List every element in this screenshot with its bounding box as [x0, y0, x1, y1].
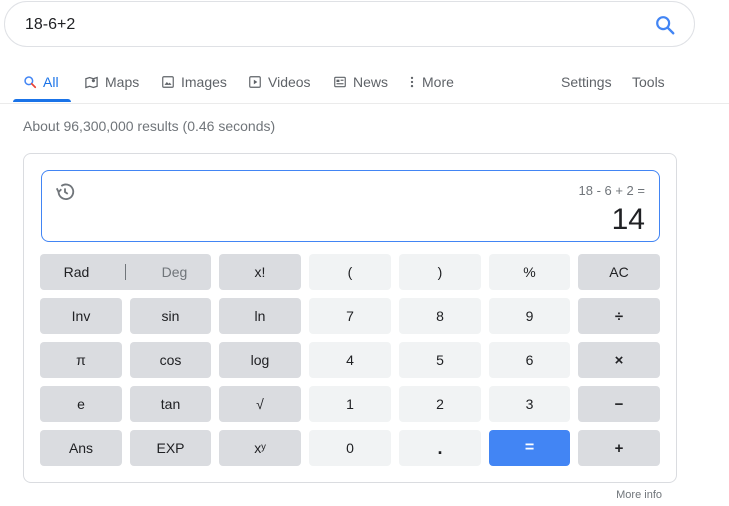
digit-5-key[interactable]: 5 — [399, 342, 481, 378]
ln-key[interactable]: ln — [219, 298, 301, 334]
tab-maps[interactable]: Maps — [84, 71, 139, 93]
digit-1-key[interactable]: 1 — [309, 386, 391, 422]
tab-more[interactable]: More — [408, 71, 454, 93]
tab-label: More — [422, 74, 454, 90]
calculator-result: 14 — [611, 203, 645, 236]
power-key[interactable]: xʸ — [219, 430, 301, 466]
pi-key[interactable]: π — [40, 342, 122, 378]
history-icon[interactable] — [54, 181, 76, 203]
all-clear-key[interactable]: AC — [578, 254, 660, 290]
divider — [125, 264, 126, 280]
tab-label: Tools — [632, 74, 665, 90]
tab-news[interactable]: News — [333, 71, 388, 93]
video-icon — [249, 76, 261, 88]
digit-0-key[interactable]: 0 — [309, 430, 391, 466]
equals-key[interactable]: = — [489, 430, 570, 466]
percent-key[interactable]: % — [489, 254, 570, 290]
tab-settings[interactable]: Settings — [561, 71, 612, 93]
exp-key[interactable]: EXP — [130, 430, 211, 466]
tab-all[interactable]: All — [23, 71, 59, 93]
divide-key[interactable]: ÷ — [578, 298, 660, 334]
log-key[interactable]: log — [219, 342, 301, 378]
tan-key[interactable]: tan — [130, 386, 211, 422]
add-key[interactable]: + — [578, 430, 660, 466]
tab-label: Settings — [561, 74, 612, 90]
tab-tools[interactable]: Tools — [632, 71, 665, 93]
digit-6-key[interactable]: 6 — [489, 342, 570, 378]
search-icon[interactable] — [654, 14, 676, 36]
deg-button[interactable]: Deg — [138, 264, 211, 280]
tab-label: All — [43, 74, 59, 90]
subtract-key[interactable]: − — [578, 386, 660, 422]
cos-key[interactable]: cos — [130, 342, 211, 378]
search-input[interactable] — [25, 14, 625, 36]
tab-label: Images — [181, 74, 227, 90]
multiply-key[interactable]: × — [578, 342, 660, 378]
more-vert-icon — [410, 76, 414, 88]
factorial-key[interactable]: x! — [219, 254, 301, 290]
tab-label: Maps — [105, 74, 140, 90]
decimal-key[interactable]: . — [399, 430, 481, 466]
digit-3-key[interactable]: 3 — [489, 386, 570, 422]
image-icon — [162, 76, 174, 88]
digit-8-key[interactable]: 8 — [399, 298, 481, 334]
euler-key[interactable]: e — [40, 386, 122, 422]
digit-2-key[interactable]: 2 — [399, 386, 481, 422]
digit-9-key[interactable]: 9 — [489, 298, 570, 334]
inverse-key[interactable]: Inv — [40, 298, 122, 334]
digit-7-key[interactable]: 7 — [309, 298, 391, 334]
search-tabs: All Maps Images Videos News More Setting… — [0, 60, 729, 104]
tab-videos[interactable]: Videos — [248, 71, 311, 93]
news-icon — [334, 76, 346, 88]
active-tab-indicator — [13, 99, 71, 102]
calculator-card: 18 - 6 + 2 = 14 Rad Deg x! ( ) % AC Inv … — [23, 153, 677, 483]
map-icon — [85, 76, 98, 88]
sin-key[interactable]: sin — [130, 298, 211, 334]
close-paren-key[interactable]: ) — [399, 254, 481, 290]
rad-button[interactable]: Rad — [40, 264, 113, 280]
digit-4-key[interactable]: 4 — [309, 342, 391, 378]
more-info-link[interactable]: More info — [616, 489, 662, 501]
result-stats: About 96,300,000 results (0.46 seconds) — [23, 118, 276, 134]
tab-label: News — [353, 74, 389, 90]
search-icon — [24, 76, 37, 89]
open-paren-key[interactable]: ( — [309, 254, 391, 290]
tab-label: Videos — [268, 74, 311, 90]
search-box[interactable] — [4, 1, 695, 47]
sqrt-key[interactable]: √ — [219, 386, 301, 422]
tab-images[interactable]: Images — [161, 71, 227, 93]
calculator-display: 18 - 6 + 2 = 14 — [41, 170, 660, 242]
calculator-expression: 18 - 6 + 2 = — [578, 183, 646, 198]
rad-deg-toggle[interactable]: Rad Deg — [40, 254, 211, 290]
answer-key[interactable]: Ans — [40, 430, 122, 466]
